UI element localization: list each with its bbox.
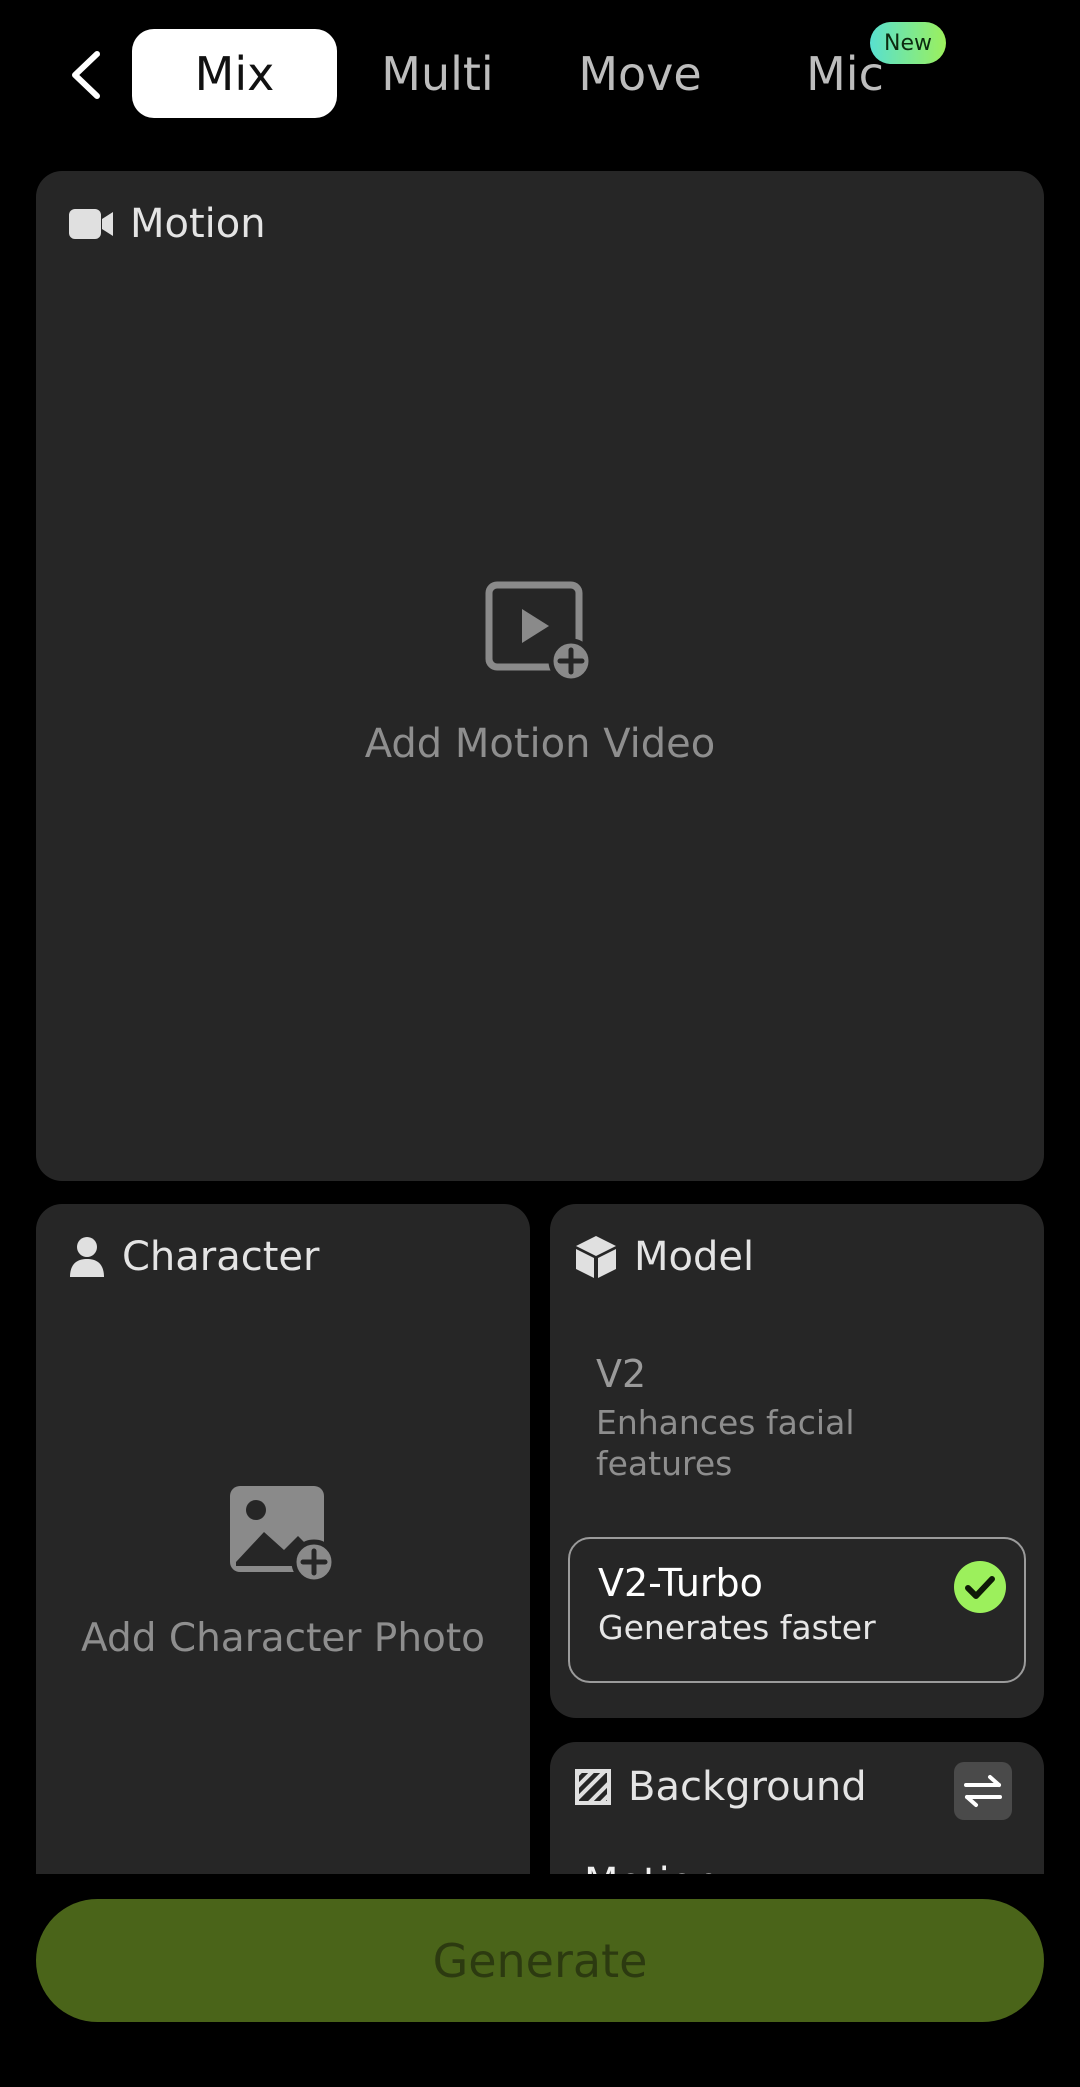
character-header: Character: [68, 1234, 319, 1280]
video-camera-icon: [68, 207, 114, 241]
model-option-desc: Enhances facial features: [596, 1402, 1026, 1484]
person-icon: [68, 1236, 106, 1278]
tab-move-label: Move: [578, 46, 702, 101]
swap-button[interactable]: [954, 1762, 1012, 1820]
add-motion-video-button[interactable]: Add Motion Video: [36, 581, 1044, 767]
model-option-desc-line: Enhances facial: [596, 1403, 855, 1442]
chevron-left-icon: [72, 51, 100, 99]
add-motion-video-label: Add Motion Video: [364, 721, 716, 767]
back-button[interactable]: [58, 44, 114, 106]
check-circle-icon: [954, 1561, 1006, 1613]
character-card: Character Add Character Photo: [36, 1204, 530, 1924]
model-header-label: Model: [634, 1234, 755, 1280]
add-video-icon: [485, 581, 594, 681]
model-option-desc-line: features: [596, 1444, 733, 1483]
generate-button-label: Generate: [432, 1933, 648, 1988]
tab-multi[interactable]: Multi: [360, 29, 515, 118]
tab-mic-label: Mic: [806, 46, 884, 101]
tab-mix[interactable]: Mix: [132, 29, 337, 118]
background-header: Background: [574, 1764, 867, 1810]
add-character-photo-label: Add Character Photo: [80, 1616, 486, 1661]
add-image-icon: [230, 1486, 337, 1582]
tab-mix-label: Mix: [194, 46, 275, 101]
tab-move[interactable]: Move: [565, 29, 715, 118]
model-option-v2[interactable]: V2 Enhances facial features: [568, 1334, 1026, 1534]
model-header: Model: [574, 1234, 754, 1280]
mode-tab-bar: Mix Multi Move Mic New: [0, 0, 1080, 150]
model-card: Model V2 Enhances facial features V2-Tur…: [550, 1204, 1044, 1718]
tab-multi-label: Multi: [381, 46, 494, 101]
hatched-square-icon: [574, 1768, 612, 1806]
background-header-label: Background: [628, 1764, 867, 1810]
model-option-desc: Generates faster: [598, 1608, 876, 1647]
add-character-photo-button[interactable]: Add Character Photo: [36, 1482, 530, 1661]
motion-header: Motion: [68, 201, 266, 247]
motion-card: Motion Add Motion Video: [36, 171, 1044, 1181]
model-option-title: V2: [596, 1352, 647, 1396]
swap-arrows-icon: [964, 1775, 1002, 1807]
character-header-label: Character: [122, 1234, 320, 1280]
motion-header-label: Motion: [130, 201, 266, 247]
new-badge: New: [870, 22, 946, 64]
generate-button[interactable]: Generate: [36, 1899, 1044, 2022]
model-option-v2-turbo[interactable]: V2-Turbo Generates faster: [568, 1537, 1026, 1683]
cube-icon: [574, 1234, 618, 1280]
